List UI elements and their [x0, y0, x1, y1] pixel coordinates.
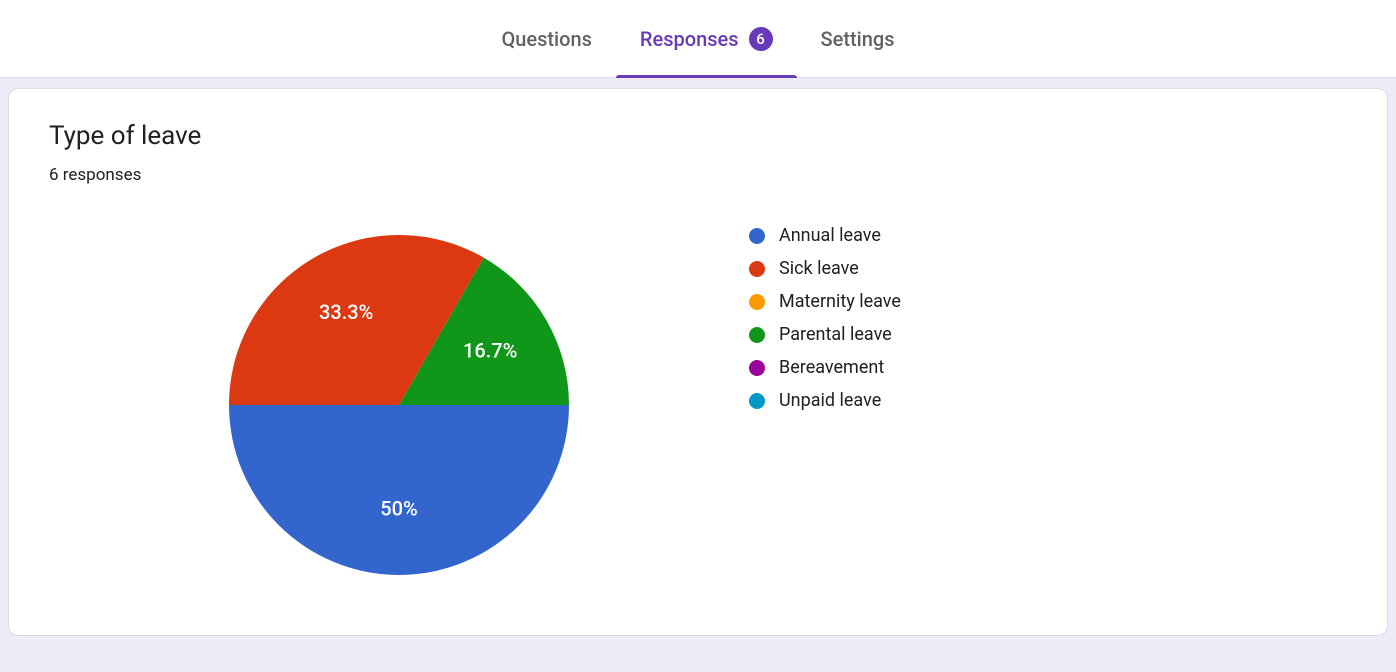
- pie-slice-label: 16.7%: [463, 338, 517, 362]
- tabs-bar: Questions Responses 6 Settings: [0, 0, 1396, 78]
- legend-dot: [749, 261, 765, 277]
- legend-item[interactable]: Annual leave: [749, 225, 901, 246]
- legend-item[interactable]: Bereavement: [749, 357, 901, 378]
- legend-item[interactable]: Unpaid leave: [749, 390, 901, 411]
- pie-slice[interactable]: [229, 405, 569, 575]
- chart-legend: Annual leave Sick leave Maternity leave Par…: [749, 225, 901, 411]
- tab-responses[interactable]: Responses 6: [616, 0, 797, 78]
- legend-dot: [749, 294, 765, 310]
- card-subtitle: 6 responses: [49, 165, 1347, 185]
- pie-chart: 16.7% 33.3% 50%: [219, 225, 579, 585]
- response-card: Type of leave 6 responses 16.7% 33.3% 50% …: [8, 88, 1388, 636]
- tab-settings[interactable]: Settings: [797, 0, 919, 78]
- tab-settings-label: Settings: [821, 27, 895, 51]
- tab-questions-label: Questions: [501, 27, 591, 51]
- tab-questions[interactable]: Questions: [477, 0, 615, 78]
- legend-item[interactable]: Maternity leave: [749, 291, 901, 312]
- legend-dot: [749, 327, 765, 343]
- legend-label: Annual leave: [779, 225, 881, 246]
- legend-dot: [749, 360, 765, 376]
- legend-dot: [749, 228, 765, 244]
- legend-label: Sick leave: [779, 258, 859, 279]
- pie-slice-label: 50%: [380, 497, 417, 521]
- tab-responses-label: Responses: [640, 27, 739, 51]
- pie-chart-container: 16.7% 33.3% 50%: [49, 225, 749, 585]
- responses-count-badge: 6: [749, 27, 773, 51]
- legend-dot: [749, 393, 765, 409]
- legend-label: Parental leave: [779, 324, 892, 345]
- chart-area: 16.7% 33.3% 50% Annual leave Sick leave Mate…: [49, 225, 1347, 585]
- legend-item[interactable]: Sick leave: [749, 258, 901, 279]
- pie-slice-label: 33.3%: [319, 300, 373, 324]
- legend-label: Unpaid leave: [779, 390, 881, 411]
- legend-label: Maternity leave: [779, 291, 901, 312]
- legend-label: Bereavement: [779, 357, 884, 378]
- legend-item[interactable]: Parental leave: [749, 324, 901, 345]
- card-title: Type of leave: [49, 121, 1347, 151]
